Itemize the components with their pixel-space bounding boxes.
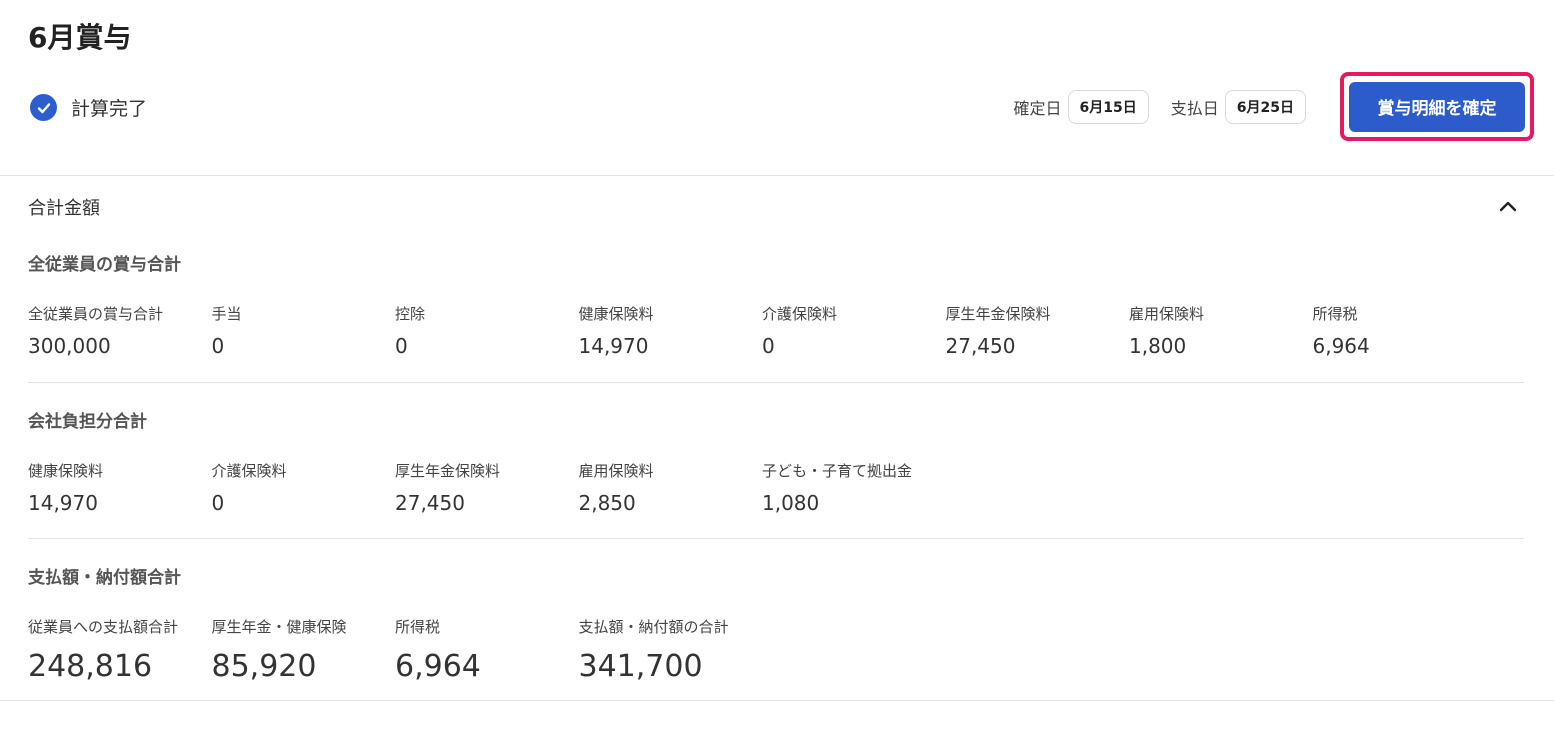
divider — [0, 175, 1554, 176]
item-value: 85,920 — [211, 649, 317, 684]
confirm-date: 確定日 6月15日 — [1014, 90, 1149, 124]
total-item: 支払額・納付額の合計 341,700 — [579, 616, 763, 684]
item-label: 手当 — [211, 305, 242, 323]
item-label: 子ども・子育て拠出金 — [762, 462, 913, 480]
item-value: 6,964 — [395, 649, 481, 684]
divider — [28, 538, 1524, 539]
item-value: 14,970 — [578, 334, 649, 358]
total-item: 控除 0 — [395, 303, 579, 358]
item-label: 所得税 — [395, 618, 441, 636]
item-label: 全従業員の賞与合計 — [28, 305, 164, 323]
confirm-button-highlight: 賞与明細を確定 — [1340, 72, 1534, 141]
item-value: 0 — [395, 334, 408, 358]
confirm-bonus-statement-button[interactable]: 賞与明細を確定 — [1349, 81, 1525, 132]
item-value: 300,000 — [28, 334, 111, 358]
item-value: 0 — [211, 334, 225, 358]
total-item: 手当 0 — [212, 303, 396, 358]
divider — [28, 382, 1524, 383]
item-value: 248,816 — [28, 649, 153, 684]
pay-date: 支払日 6月25日 — [1171, 90, 1306, 124]
item-value: 27,450 — [395, 491, 465, 515]
item-value: 14,970 — [28, 491, 98, 515]
item-label: 厚生年金・健康保険 — [211, 618, 347, 636]
item-label: 健康保険料 — [28, 462, 104, 480]
item-value: 1,080 — [762, 491, 820, 515]
total-item: 子ども・子育て拠出金 1,080 — [762, 460, 946, 515]
payment-totals: 支払額・納付額合計 従業員への支払額合計 248,816 厚生年金・健康保険 8… — [28, 563, 1524, 684]
item-label: 支払額・納付額の合計 — [578, 618, 729, 636]
item-label: 健康保険料 — [578, 305, 654, 323]
total-item: 厚生年金・健康保険 85,920 — [212, 616, 396, 684]
total-item: 全従業員の賞与合計 300,000 — [28, 303, 212, 358]
check-circle-icon — [30, 94, 57, 121]
confirm-date-label: 確定日 — [1013, 99, 1062, 118]
total-item: 従業員への支払額合計 248,816 — [28, 616, 212, 684]
chevron-up-icon[interactable] — [1496, 196, 1520, 216]
total-item: 厚生年金保険料 27,450 — [395, 460, 579, 515]
item-label: 控除 — [395, 305, 426, 323]
divider — [0, 700, 1554, 701]
date-info: 確定日 6月15日 支払日 6月25日 — [1014, 90, 1306, 124]
group-title: 全従業員の賞与合計 — [28, 255, 181, 275]
total-item: 所得税 6,964 — [1313, 303, 1497, 358]
item-value: 341,700 — [578, 649, 703, 684]
item-label: 介護保険料 — [211, 462, 287, 480]
item-label: 厚生年金保険料 — [395, 462, 501, 480]
item-label: 介護保険料 — [762, 305, 838, 323]
totals-section-header: 合計金額 — [28, 198, 100, 219]
employees-bonus-totals: 全従業員の賞与合計 全従業員の賞与合計 300,000 手当 0 控除 0 健康… — [28, 250, 1524, 358]
total-item: 所得税 6,964 — [395, 616, 579, 684]
total-item: 健康保険料 14,970 — [28, 460, 212, 515]
item-label: 厚生年金保険料 — [945, 305, 1051, 323]
totals-row: 健康保険料 14,970 介護保険料 0 厚生年金保険料 27,450 雇用保険… — [28, 460, 1524, 515]
calculation-status: 計算完了 — [30, 94, 147, 121]
pay-date-label: 支払日 — [1170, 99, 1219, 118]
company-burden-totals: 会社負担分合計 健康保険料 14,970 介護保険料 0 厚生年金保険料 27,… — [28, 407, 1524, 515]
total-item: 介護保険料 0 — [762, 303, 946, 358]
item-value: 27,450 — [945, 334, 1016, 358]
group-title: 会社負担分合計 — [28, 412, 147, 432]
total-item: 厚生年金保険料 27,450 — [946, 303, 1130, 358]
confirm-date-value: 6月15日 — [1067, 90, 1149, 124]
page-title: 6月賞与 — [28, 21, 132, 54]
group-title: 支払額・納付額合計 — [28, 568, 181, 588]
totals-row: 従業員への支払額合計 248,816 厚生年金・健康保険 85,920 所得税 … — [28, 616, 1524, 684]
item-value: 0 — [762, 334, 775, 358]
total-item: 健康保険料 14,970 — [579, 303, 763, 358]
item-value: 2,850 — [578, 491, 636, 515]
item-label: 所得税 — [1312, 305, 1358, 323]
item-label: 従業員への支払額合計 — [28, 618, 179, 636]
total-item: 雇用保険料 2,850 — [579, 460, 763, 515]
status-label: 計算完了 — [71, 98, 148, 120]
item-label: 雇用保険料 — [1129, 305, 1205, 323]
item-label: 雇用保険料 — [578, 462, 654, 480]
item-value: 1,800 — [1129, 334, 1187, 358]
item-value: 6,964 — [1312, 334, 1370, 358]
total-item: 雇用保険料 1,800 — [1129, 303, 1313, 358]
item-value: 0 — [211, 491, 225, 515]
totals-row: 全従業員の賞与合計 300,000 手当 0 控除 0 健康保険料 14,970… — [28, 303, 1524, 358]
total-item: 介護保険料 0 — [212, 460, 396, 515]
pay-date-value: 6月25日 — [1224, 90, 1306, 124]
